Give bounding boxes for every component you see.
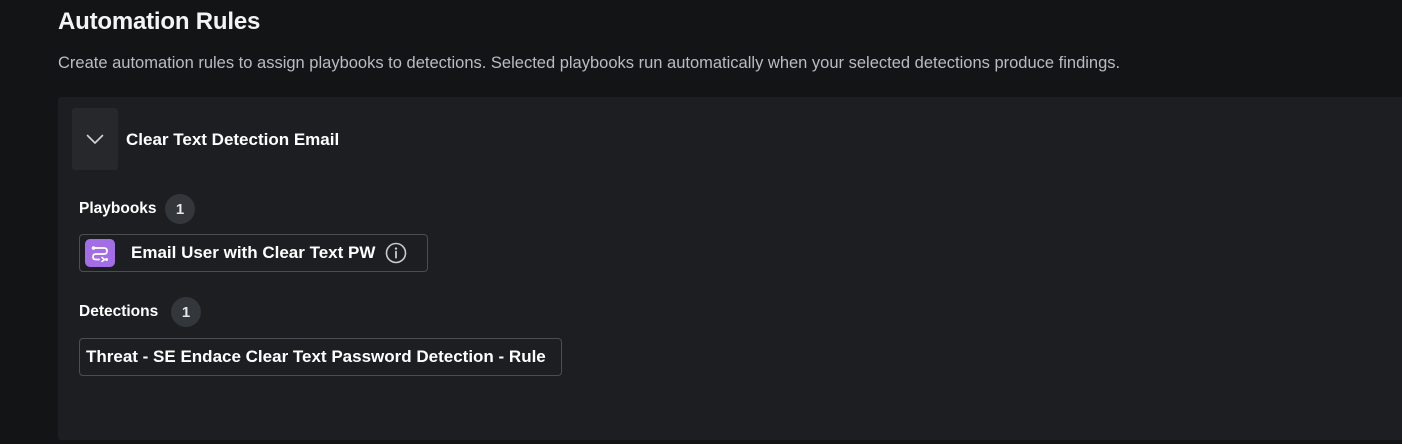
playbook-chip[interactable]: Email User with Clear Text PW [79, 234, 428, 272]
playbooks-label: Playbooks [79, 200, 157, 217]
playbook-icon [85, 239, 115, 267]
playbook-label: Email User with Clear Text PW [131, 243, 376, 262]
detections-label: Detections [79, 303, 159, 320]
page-description: Create automation rules to assign playbo… [58, 54, 1121, 72]
playbooks-count-badge: 1 [165, 194, 195, 224]
chevron-down-icon [86, 134, 104, 144]
detections-count-badge: 1 [171, 297, 201, 327]
detection-label: Threat - SE Endace Clear Text Password D… [86, 347, 546, 366]
detection-chip[interactable]: Threat - SE Endace Clear Text Password D… [79, 338, 562, 376]
automation-rule-card: Clear Text Detection Email Playbooks 1 E… [58, 97, 1402, 440]
expand-collapse-button[interactable] [72, 108, 118, 170]
automation-rules-page: Automation Rules Create automation rules… [0, 0, 1402, 444]
rule-name: Clear Text Detection Email [126, 130, 340, 149]
page-title: Automation Rules [58, 8, 261, 35]
info-icon[interactable] [385, 242, 407, 264]
